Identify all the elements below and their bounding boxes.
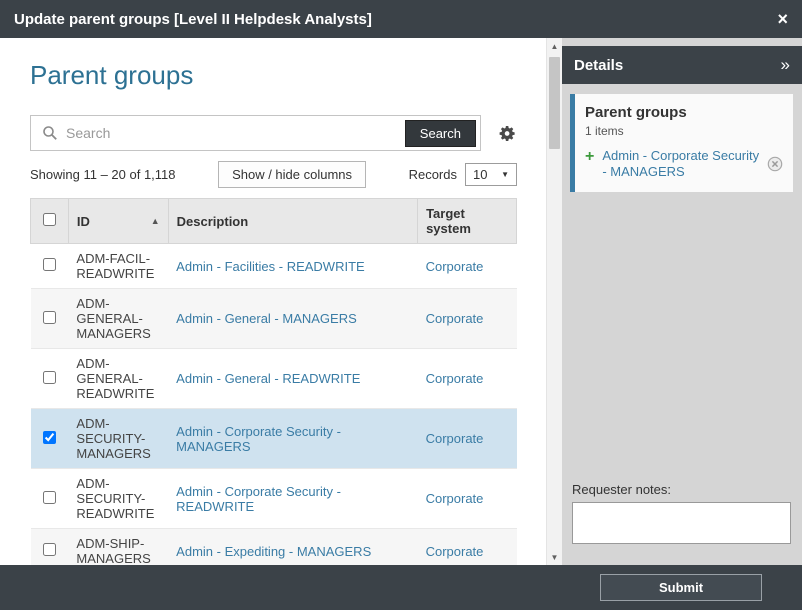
details-sidebar: Details » Parent groups 1 items + Admin …	[562, 38, 802, 565]
row-id: ADM-SHIP-MANAGERS	[68, 529, 168, 566]
chevron-down-icon: ▼	[501, 170, 509, 179]
row-id: ADM-GENERAL-MANAGERS	[68, 289, 168, 349]
search-input[interactable]	[66, 125, 405, 141]
row-target-system-link[interactable]: Corporate	[426, 544, 484, 559]
selected-group-label[interactable]: Admin - Corporate Security - MANAGERS	[602, 148, 761, 180]
requester-notes-section: Requester notes:	[572, 482, 791, 549]
row-target-system-link[interactable]: Corporate	[426, 371, 484, 386]
row-target-system-link[interactable]: Corporate	[426, 491, 484, 506]
search-icon	[42, 125, 58, 141]
table-row[interactable]: ADM-SECURITY-MANAGERS Admin - Corporate S…	[31, 409, 517, 469]
table-row[interactable]: ADM-SECURITY-READWRITE Admin - Corporate …	[31, 469, 517, 529]
row-checkbox[interactable]	[43, 258, 56, 271]
table-row[interactable]: ADM-GENERAL-READWRITE Admin - General - R…	[31, 349, 517, 409]
records-label: Records	[409, 167, 457, 182]
parent-groups-card: Parent groups 1 items + Admin - Corporat…	[570, 94, 793, 192]
scroll-up-arrow-icon[interactable]: ▲	[547, 38, 562, 54]
submit-button[interactable]: Submit	[600, 574, 762, 601]
column-header-id[interactable]: ID ▲	[68, 199, 168, 244]
vertical-scrollbar[interactable]: ▲ ▼	[546, 38, 562, 565]
row-checkbox[interactable]	[43, 543, 56, 556]
remove-icon[interactable]	[767, 156, 783, 172]
gear-icon[interactable]	[498, 124, 517, 143]
table-row[interactable]: ADM-SHIP-MANAGERS Admin - Expediting - MA…	[31, 529, 517, 566]
records-select[interactable]: 10 ▼	[465, 163, 517, 186]
row-description-link[interactable]: Admin - Facilities - READWRITE	[176, 259, 365, 274]
parent-groups-table: ID ▲ Description Target system ADM-FACIL…	[30, 198, 517, 565]
scroll-down-arrow-icon[interactable]: ▼	[547, 549, 562, 565]
row-checkbox[interactable]	[43, 491, 56, 504]
column-header-target-system[interactable]: Target system	[418, 199, 517, 244]
card-title: Parent groups	[585, 104, 783, 121]
requester-notes-label: Requester notes:	[572, 482, 791, 497]
row-id: ADM-GENERAL-READWRITE	[68, 349, 168, 409]
dialog-footer: Submit	[0, 565, 802, 610]
requester-notes-input[interactable]	[572, 502, 791, 544]
plus-icon: +	[585, 148, 594, 166]
row-description-link[interactable]: Admin - Corporate Security - READWRITE	[176, 484, 341, 514]
table-row[interactable]: ADM-GENERAL-MANAGERS Admin - General - MA…	[31, 289, 517, 349]
row-id: ADM-SECURITY-MANAGERS	[68, 409, 168, 469]
row-target-system-link[interactable]: Corporate	[426, 311, 484, 326]
row-id: ADM-FACIL-READWRITE	[68, 244, 168, 289]
collapse-chevron-icon[interactable]: »	[781, 55, 790, 75]
row-description-link[interactable]: Admin - General - READWRITE	[176, 371, 360, 386]
scrollbar-thumb[interactable]	[549, 57, 560, 149]
row-checkbox[interactable]	[43, 431, 56, 444]
search-box: Search	[30, 115, 481, 151]
row-id: ADM-SECURITY-READWRITE	[68, 469, 168, 529]
close-icon[interactable]: ×	[777, 10, 788, 28]
table-body: ADM-FACIL-READWRITE Admin - Facilities - …	[31, 244, 517, 566]
table-header-row: ID ▲ Description Target system	[31, 199, 517, 244]
sort-ascending-icon: ▲	[151, 216, 160, 226]
update-parent-groups-dialog: Update parent groups [Level II Helpdesk …	[0, 0, 802, 610]
main-panel: Parent groups Search Showing 11 – 20 of …	[0, 38, 546, 565]
show-hide-columns-button[interactable]: Show / hide columns	[218, 161, 366, 188]
records-value: 10	[473, 167, 487, 182]
showing-count: Showing 11 – 20 of 1,118	[30, 167, 176, 182]
row-checkbox[interactable]	[43, 371, 56, 384]
dialog-titlebar: Update parent groups [Level II Helpdesk …	[0, 0, 802, 38]
details-title: Details	[574, 57, 623, 74]
row-description-link[interactable]: Admin - General - MANAGERS	[176, 311, 357, 326]
column-header-description[interactable]: Description	[168, 199, 417, 244]
dialog-title: Update parent groups [Level II Helpdesk …	[14, 11, 372, 28]
selected-group-item: + Admin - Corporate Security - MANAGERS	[585, 148, 783, 180]
select-all-checkbox[interactable]	[43, 213, 56, 226]
details-header: Details »	[562, 46, 802, 84]
row-description-link[interactable]: Admin - Corporate Security - MANAGERS	[176, 424, 341, 454]
row-target-system-link[interactable]: Corporate	[426, 431, 484, 446]
search-button[interactable]: Search	[405, 120, 476, 147]
row-description-link[interactable]: Admin - Expediting - MANAGERS	[176, 544, 371, 559]
table-row[interactable]: ADM-FACIL-READWRITE Admin - Facilities - …	[31, 244, 517, 289]
row-checkbox[interactable]	[43, 311, 56, 324]
row-target-system-link[interactable]: Corporate	[426, 259, 484, 274]
card-item-count: 1 items	[585, 124, 783, 138]
page-title: Parent groups	[30, 60, 517, 90]
